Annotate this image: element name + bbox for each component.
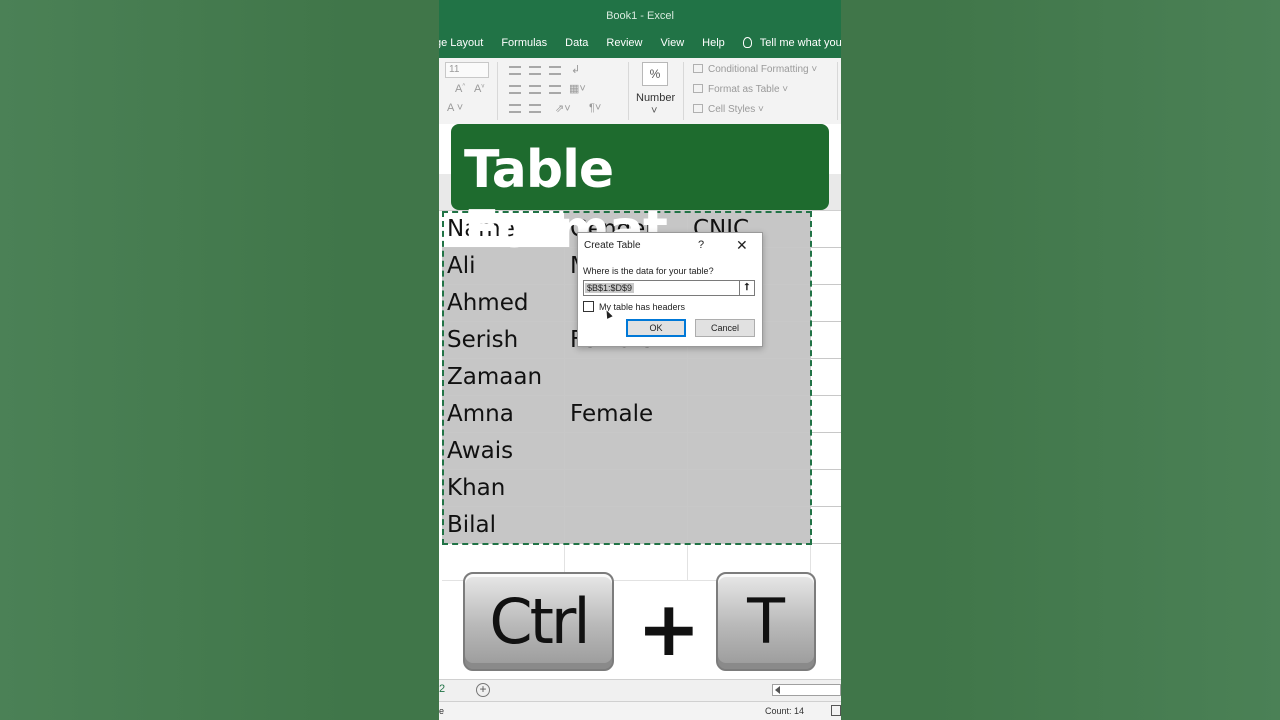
- cell[interactable]: [811, 507, 841, 544]
- cell[interactable]: [811, 322, 841, 359]
- font-size-box[interactable]: 11: [445, 62, 489, 78]
- cell[interactable]: [688, 433, 811, 470]
- create-table-dialog: Create Table ? ✕ Where is the data for y…: [577, 232, 763, 347]
- format-as-table-button[interactable]: Format as Table ˅: [693, 84, 788, 95]
- tell-me-search[interactable]: Tell me what you: [742, 37, 841, 53]
- align-middle-icon[interactable]: [529, 66, 541, 75]
- align-center-icon[interactable]: [529, 85, 541, 94]
- ribbon: 11 A^ Av A ˅ ⇗˅ ↲ ▦˅ ¶˅ % Number ˅ Condi…: [439, 58, 841, 125]
- paragraph-icon[interactable]: ¶˅: [589, 102, 601, 114]
- align-top-icon[interactable]: [509, 66, 521, 75]
- cell[interactable]: [565, 359, 688, 396]
- conditional-formatting-button[interactable]: Conditional Formatting ˅: [693, 64, 817, 75]
- orientation-icon[interactable]: ⇗˅: [555, 102, 571, 115]
- divider: [683, 62, 684, 120]
- help-button[interactable]: ?: [698, 239, 704, 251]
- divider: [837, 62, 838, 120]
- add-sheet-icon[interactable]: +: [476, 683, 490, 697]
- wrap-text-icon[interactable]: ↲: [571, 63, 580, 76]
- ok-button[interactable]: OK: [626, 319, 686, 337]
- status-text: e: [439, 706, 445, 716]
- status-bar: e Count: 14: [439, 701, 841, 720]
- align-right-icon[interactable]: [549, 85, 561, 94]
- background-left: [0, 0, 439, 720]
- cell[interactable]: Serish: [442, 322, 565, 359]
- align-left-icon[interactable]: [509, 85, 521, 94]
- cell-styles-icon: [693, 104, 703, 113]
- excel-window: Book1 - Excel ge Layout Formulas Data Re…: [439, 0, 841, 720]
- headers-checkbox-label[interactable]: My table has headers: [599, 302, 685, 312]
- cell[interactable]: [688, 470, 811, 507]
- scroll-left-icon[interactable]: [775, 686, 780, 694]
- collapse-dialog-icon[interactable]: ⭡: [739, 280, 755, 296]
- t-key: T: [716, 572, 816, 671]
- cell[interactable]: [688, 396, 811, 433]
- cell[interactable]: [565, 507, 688, 544]
- merge-center-icon[interactable]: ▦˅: [569, 82, 586, 95]
- cell[interactable]: [688, 359, 811, 396]
- range-value: $B$1:$D$9: [585, 283, 635, 293]
- number-format-button[interactable]: %: [642, 62, 668, 86]
- cell[interactable]: [811, 359, 841, 396]
- close-icon[interactable]: ✕: [736, 237, 748, 254]
- tab-view[interactable]: View: [661, 37, 685, 53]
- dialog-title: Create Table: [584, 240, 641, 251]
- lightbulb-icon: [742, 37, 752, 48]
- conditional-formatting-icon: [693, 64, 703, 73]
- decrease-font-icon[interactable]: Av: [474, 83, 484, 95]
- align-bottom-icon[interactable]: [549, 66, 561, 75]
- ribbon-tabs: ge Layout Formulas Data Review View Help…: [439, 37, 841, 53]
- cell[interactable]: Khan: [442, 470, 565, 507]
- background-right: [841, 0, 1280, 720]
- divider: [628, 62, 629, 120]
- divider: [497, 62, 498, 120]
- cell[interactable]: Zamaan: [442, 359, 565, 396]
- font-color-icon[interactable]: A ˅: [447, 102, 463, 114]
- cell[interactable]: Amna: [442, 396, 565, 433]
- sheet-tab-bar: 2 +: [439, 679, 841, 702]
- tab-formulas[interactable]: Formulas: [501, 37, 547, 53]
- cell[interactable]: [565, 433, 688, 470]
- headers-checkbox[interactable]: [583, 301, 594, 312]
- cell[interactable]: [811, 433, 841, 470]
- window-title: Book1 - Excel: [606, 10, 674, 22]
- chevron-down-icon[interactable]: ˅: [651, 105, 657, 117]
- cell[interactable]: [811, 211, 841, 248]
- cell[interactable]: [811, 248, 841, 285]
- cell[interactable]: Bilal: [442, 507, 565, 544]
- cell[interactable]: [811, 396, 841, 433]
- cancel-button[interactable]: Cancel: [695, 319, 755, 337]
- increase-indent-icon[interactable]: [529, 104, 541, 113]
- increase-font-icon[interactable]: A^: [455, 83, 465, 95]
- sheet-tab[interactable]: 2: [439, 680, 445, 695]
- dialog-prompt: Where is the data for your table?: [583, 266, 714, 276]
- range-input[interactable]: $B$1:$D$9: [583, 280, 740, 296]
- cell[interactable]: [688, 507, 811, 544]
- cell[interactable]: [811, 285, 841, 322]
- table-icon: [693, 84, 703, 93]
- tab-help[interactable]: Help: [702, 37, 725, 53]
- number-group-label: Number: [636, 92, 676, 104]
- tab-page-layout[interactable]: ge Layout: [439, 37, 483, 53]
- cell[interactable]: [811, 470, 841, 507]
- tab-data[interactable]: Data: [565, 37, 588, 53]
- status-count: Count: 14: [765, 706, 805, 716]
- banner-title: Table Format: [451, 124, 829, 260]
- horizontal-scrollbar[interactable]: [772, 684, 841, 696]
- decrease-indent-icon[interactable]: [509, 104, 521, 113]
- tab-review[interactable]: Review: [606, 37, 642, 53]
- cell[interactable]: Female: [565, 396, 688, 433]
- cell[interactable]: Awais: [442, 433, 565, 470]
- ctrl-key: Ctrl: [463, 572, 614, 671]
- cell-styles-button[interactable]: Cell Styles ˅: [693, 104, 764, 115]
- cell[interactable]: [565, 470, 688, 507]
- cell[interactable]: Ahmed: [442, 285, 565, 322]
- normal-view-icon[interactable]: [831, 705, 841, 716]
- title-bar: Book1 - Excel ge Layout Formulas Data Re…: [439, 0, 841, 58]
- plus-sign: +: [637, 584, 701, 673]
